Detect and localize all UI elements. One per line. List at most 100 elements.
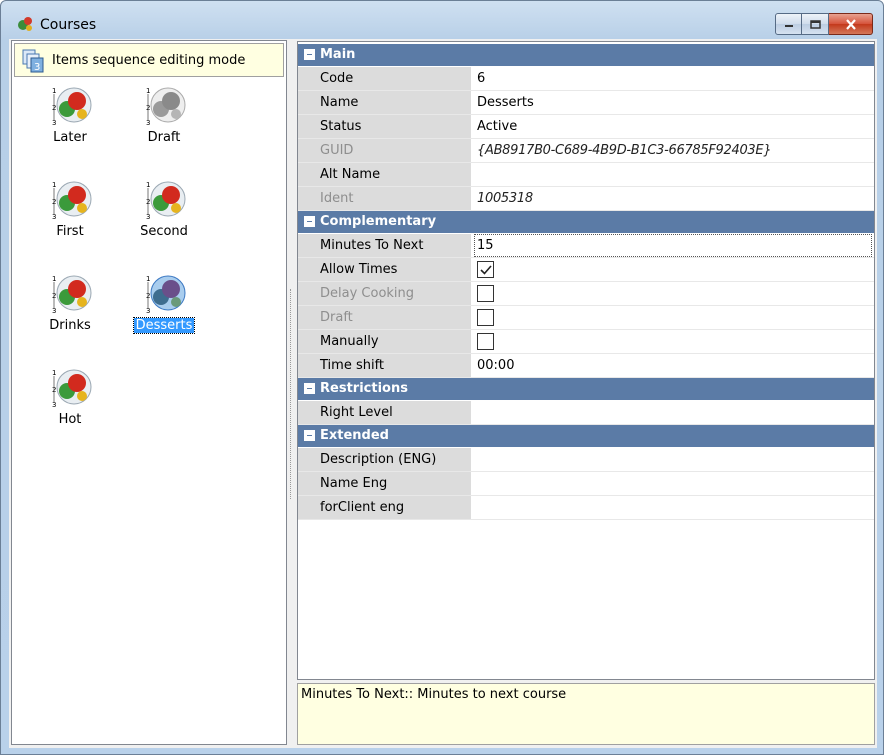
property-name: forClient eng xyxy=(298,496,472,519)
property-row-allow-times[interactable]: Allow Times xyxy=(298,258,874,282)
property-value-forclient-eng[interactable] xyxy=(474,496,872,519)
delay-cooking-checkbox[interactable] xyxy=(477,285,494,302)
property-name: Code xyxy=(298,67,472,90)
course-dish-blue-icon: 1 2 3 xyxy=(146,275,186,315)
course-tile-label: First xyxy=(56,224,84,239)
property-name: Alt Name xyxy=(298,163,472,186)
property-grid[interactable]: Main Code 6 Name Desserts Status Active … xyxy=(297,41,875,680)
property-row-manually[interactable]: Manually xyxy=(298,330,874,354)
courses-list-panel[interactable]: 3 Items sequence editing mode 1 2 3 Late… xyxy=(11,40,287,745)
property-row-forclient-eng[interactable]: forClient eng xyxy=(298,496,874,520)
property-description-text: Minutes To Next:: Minutes to next course xyxy=(301,687,567,702)
property-value-code[interactable]: 6 xyxy=(474,67,872,90)
course-tile-first[interactable]: 1 2 3 First xyxy=(30,177,110,257)
property-value-time-shift[interactable]: 00:00 xyxy=(474,354,872,377)
property-value-right-level[interactable] xyxy=(474,401,872,424)
collapse-icon[interactable] xyxy=(304,383,315,394)
property-value-status[interactable]: Active xyxy=(474,115,872,138)
property-row-right-level[interactable]: Right Level xyxy=(298,401,874,425)
svg-text:1: 1 xyxy=(146,181,150,189)
minimize-icon xyxy=(784,25,793,27)
mode-banner-text: Items sequence editing mode xyxy=(52,53,246,68)
category-label: Complementary xyxy=(320,214,437,229)
course-dish-icon: 1 2 3 xyxy=(146,181,186,221)
property-row-draft[interactable]: Draft xyxy=(298,306,874,330)
course-dish-gray-icon: 1 2 3 xyxy=(146,87,186,127)
course-tile-label: Desserts xyxy=(132,317,196,334)
svg-text:1: 1 xyxy=(146,275,150,283)
property-value-draft xyxy=(474,306,872,329)
course-tile-second[interactable]: 1 2 3 Second xyxy=(124,177,204,257)
sequence-icon: 3 xyxy=(22,49,44,73)
property-name: Ident xyxy=(298,187,472,210)
svg-text:1: 1 xyxy=(52,275,56,283)
property-value-description-eng[interactable] xyxy=(474,448,872,471)
allow-times-checkbox[interactable] xyxy=(477,261,494,278)
property-name: Time shift xyxy=(298,354,472,377)
property-row-minutes-to-next[interactable]: Minutes To Next 15 xyxy=(298,234,874,258)
property-description-box: Minutes To Next:: Minutes to next course xyxy=(297,683,875,745)
category-complementary[interactable]: Complementary xyxy=(298,211,874,233)
property-row-guid[interactable]: GUID {AB8917B0-C689-4B9D-B1C3-66785F9240… xyxy=(298,139,874,163)
course-tile-drinks[interactable]: 1 2 3 Drinks xyxy=(30,271,110,351)
close-button[interactable] xyxy=(829,13,873,35)
close-icon xyxy=(845,18,856,30)
course-dish-icon: 1 2 3 xyxy=(52,369,92,409)
panel-splitter[interactable] xyxy=(288,289,293,499)
property-row-description-eng[interactable]: Description (ENG) xyxy=(298,448,874,472)
course-tile-hot[interactable]: 1 2 3 Hot xyxy=(30,365,110,445)
property-row-name[interactable]: Name Desserts xyxy=(298,91,874,115)
splitter-grip xyxy=(290,289,291,499)
property-row-code[interactable]: Code 6 xyxy=(298,67,874,91)
collapse-icon[interactable] xyxy=(304,430,315,441)
minimize-button[interactable] xyxy=(775,13,802,35)
category-extended[interactable]: Extended xyxy=(298,425,874,447)
property-value-name-eng[interactable] xyxy=(474,472,872,495)
client-area: 3 Items sequence editing mode 1 2 3 Late… xyxy=(9,39,877,748)
property-name: GUID xyxy=(298,139,472,162)
property-row-time-shift[interactable]: Time shift 00:00 xyxy=(298,354,874,378)
course-tile-label: Drinks xyxy=(49,318,91,333)
caption-buttons xyxy=(775,13,873,35)
property-name: Description (ENG) xyxy=(298,448,472,471)
property-name: Draft xyxy=(298,306,472,329)
category-main[interactable]: Main xyxy=(298,44,874,66)
property-row-name-eng[interactable]: Name Eng xyxy=(298,472,874,496)
property-row-delay-cooking[interactable]: Delay Cooking xyxy=(298,282,874,306)
category-restrictions[interactable]: Restrictions xyxy=(298,378,874,400)
maximize-icon xyxy=(809,19,821,29)
svg-text:1: 1 xyxy=(52,369,56,377)
checkmark-icon xyxy=(480,265,492,275)
course-tile-label: Hot xyxy=(58,412,82,427)
collapse-icon[interactable] xyxy=(304,49,315,60)
manually-checkbox[interactable] xyxy=(477,333,494,350)
property-name: Delay Cooking xyxy=(298,282,472,305)
course-dish-icon: 1 2 3 xyxy=(52,87,92,127)
property-value-name[interactable]: Desserts xyxy=(474,91,872,114)
property-row-alt-name[interactable]: Alt Name xyxy=(298,163,874,187)
draft-checkbox[interactable] xyxy=(477,309,494,326)
course-tile-label: Second xyxy=(140,224,188,239)
svg-text:3: 3 xyxy=(34,62,40,73)
course-tile-draft[interactable]: 1 2 3 Draft xyxy=(124,83,204,163)
property-row-ident[interactable]: Ident 1005318 xyxy=(298,187,874,211)
property-name: Minutes To Next xyxy=(298,234,472,257)
title-bar[interactable]: Courses xyxy=(1,1,883,39)
course-tile-desserts[interactable]: 1 2 3 Desserts xyxy=(124,271,204,351)
course-tile-later[interactable]: 1 2 3 Later xyxy=(30,83,110,163)
maximize-button[interactable] xyxy=(802,13,829,35)
property-name: Status xyxy=(298,115,472,138)
property-value-alt-name[interactable] xyxy=(474,163,872,186)
property-value-ident: 1005318 xyxy=(474,187,872,210)
category-label: Main xyxy=(320,47,356,62)
window-title: Courses xyxy=(40,17,97,33)
property-name: Name Eng xyxy=(298,472,472,495)
category-label: Restrictions xyxy=(320,381,408,396)
property-name: Allow Times xyxy=(298,258,472,281)
course-tile-label: Later xyxy=(53,130,87,145)
property-value-minutes-to-next[interactable]: 15 xyxy=(474,234,872,257)
svg-text:1: 1 xyxy=(146,87,150,95)
collapse-icon[interactable] xyxy=(304,216,315,227)
mode-banner: 3 Items sequence editing mode xyxy=(14,43,284,77)
property-row-status[interactable]: Status Active xyxy=(298,115,874,139)
